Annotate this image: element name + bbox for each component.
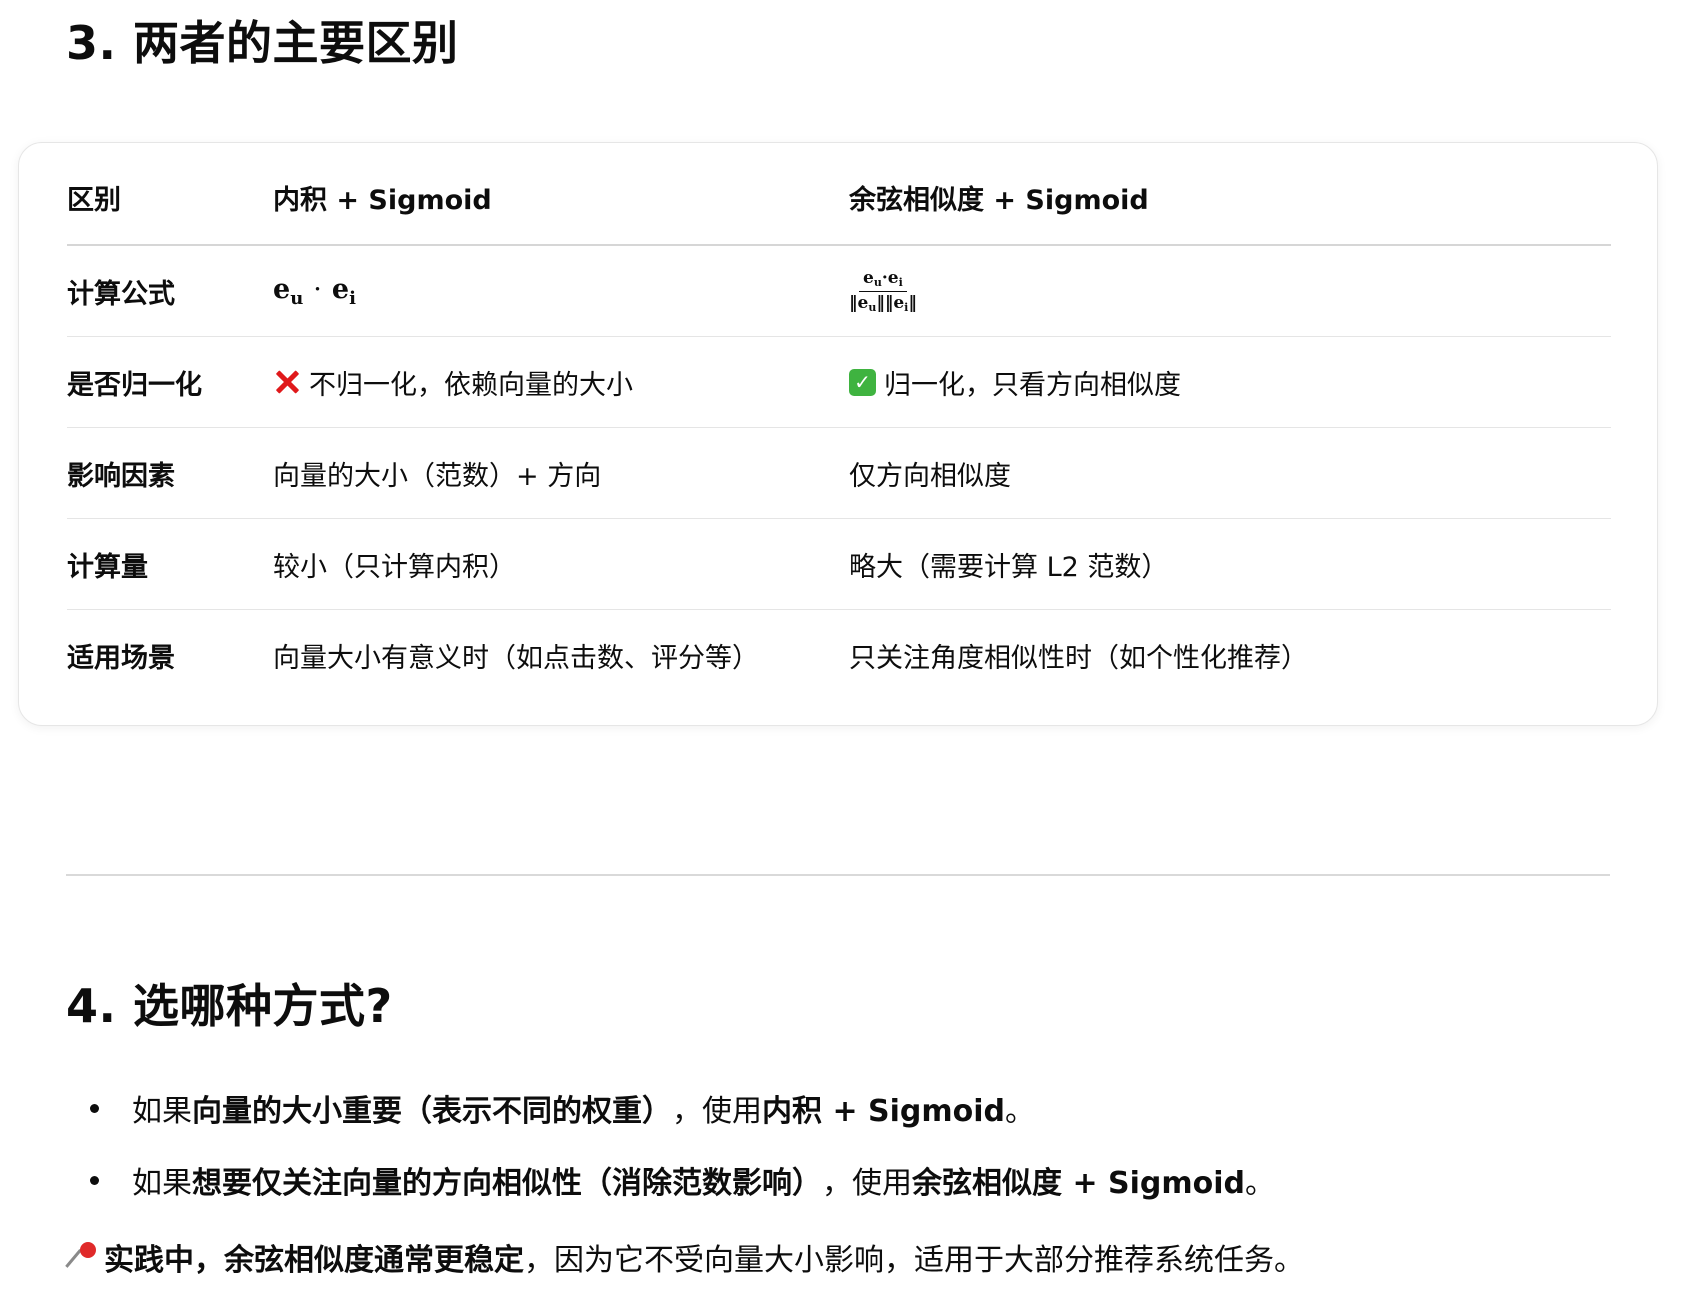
- pushpin-icon: [65, 1238, 100, 1274]
- row-label: 适用场景: [67, 642, 175, 674]
- section-3-title: 3. 两者的主要区别: [66, 16, 459, 70]
- bullet-dot: [90, 1176, 99, 1185]
- cosine-denominator: ‖eu‖‖ei‖: [849, 292, 917, 314]
- inner-product-formula: eu · ei: [273, 273, 356, 309]
- table-cell: 向量大小有意义时（如点击数、评分等）: [273, 642, 759, 674]
- bullet-dot: [90, 1104, 99, 1113]
- row-label: 计算公式: [67, 278, 175, 310]
- table-header-row: 区别 内积 + Sigmoid 余弦相似度 + Sigmoid: [67, 143, 1611, 246]
- list-item: 如果 向量的大小重要（表示不同的权重） ，使用 内积 + Sigmoid。: [66, 1072, 1626, 1144]
- table-row: 影响因素 向量的大小（范数）+ 方向 仅方向相似度: [67, 428, 1611, 519]
- table-row: 计算量 较小（只计算内积） 略大（需要计算 L2 范数）: [67, 519, 1611, 610]
- table-row: 适用场景 向量大小有意义时（如点击数、评分等） 只关注角度相似性时（如个性化推荐…: [67, 610, 1611, 700]
- cosine-formula: eu·ei ‖eu‖‖ei‖: [849, 246, 917, 336]
- horizontal-divider: [66, 874, 1610, 876]
- table-row: 是否归一化 不归一化，依赖向量的大小 ✓ 归一化，只看方向相似度: [67, 337, 1611, 428]
- table-row: 计算公式 eu · ei eu·ei ‖eu‖‖ei‖: [67, 246, 1611, 337]
- table-cell: 向量的大小（范数）+ 方向: [273, 460, 602, 492]
- cosine-normalization: ✓ 归一化，只看方向相似度: [849, 337, 1181, 427]
- row-label: 是否归一化: [67, 369, 202, 401]
- table-cell: 仅方向相似度: [849, 460, 1011, 492]
- list-item: 如果 想要仅关注向量的方向相似性（消除范数影响） ，使用 余弦相似度 + Sigmo…: [66, 1144, 1626, 1216]
- header-inner-product: 内积 + Sigmoid: [273, 185, 492, 216]
- table-cell: 较小（只计算内积）: [273, 551, 516, 583]
- practice-tip: 实践中，余弦相似度通常更稳定 ，因为它不受向量大小影响，适用于大部分推荐系统任务。: [65, 1235, 1304, 1279]
- comparison-table-card: 区别 内积 + Sigmoid 余弦相似度 + Sigmoid 计算公式 eu ·…: [18, 142, 1658, 726]
- cross-mark-icon: [273, 368, 301, 396]
- table-cell: 略大（需要计算 L2 范数）: [849, 551, 1169, 583]
- header-cosine: 余弦相似度 + Sigmoid: [849, 185, 1149, 216]
- inner-product-normalization: 不归一化，依赖向量的大小: [273, 337, 633, 427]
- check-mark-button-icon: ✓: [849, 368, 876, 396]
- cosine-numerator: eu·ei: [859, 269, 907, 292]
- row-label: 影响因素: [67, 460, 175, 492]
- header-diff: 区别: [67, 185, 121, 216]
- recommendation-list: 如果 向量的大小重要（表示不同的权重） ，使用 内积 + Sigmoid。 如果 想要…: [66, 1072, 1626, 1216]
- comparison-table: 区别 内积 + Sigmoid 余弦相似度 + Sigmoid 计算公式 eu ·…: [67, 143, 1611, 700]
- table-cell: 只关注角度相似性时（如个性化推荐）: [849, 642, 1308, 674]
- row-label: 计算量: [67, 551, 148, 583]
- section-4-title: 4. 选哪种方式?: [66, 979, 393, 1033]
